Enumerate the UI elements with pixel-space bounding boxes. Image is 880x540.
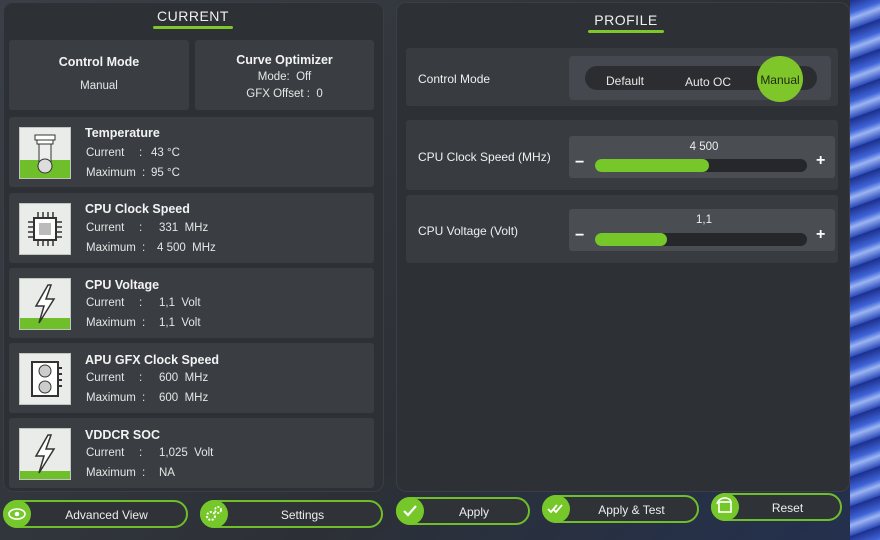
current-title: CURRENT <box>153 8 233 29</box>
thermometer-icon <box>19 127 71 179</box>
profile-panel: PROFILE Control Mode Default Auto OC Man… <box>396 2 850 492</box>
settings-button[interactable]: Settings <box>200 500 383 528</box>
cpu-voltage-slider: 1,1 − + <box>569 209 835 251</box>
curve-optimizer-label: Curve Optimizer <box>236 53 333 67</box>
cpu-voltage-track[interactable] <box>595 233 807 246</box>
cpu-clock-value: 4 500 <box>689 141 719 153</box>
cpu-clock-increase-button[interactable]: + <box>816 152 825 170</box>
control-mode-card: Control Mode Manual <box>9 40 189 110</box>
metric-max-value: 4 500 MHz <box>157 242 216 254</box>
metric-max-label: Maximum <box>86 467 136 479</box>
control-mode-option-manual[interactable]: Manual <box>757 56 803 102</box>
advanced-view-button[interactable]: Advanced View <box>3 500 188 528</box>
cpu-voltage-label: CPU Voltage (Volt) <box>418 224 519 238</box>
current-panel: CURRENT Control Mode Manual Curve Optimi… <box>3 2 384 492</box>
control-mode-label: Control Mode <box>58 55 140 69</box>
vddcr-soc-card: VDDCR SOC Current : 1,025 Volt Maximum :… <box>9 418 374 488</box>
apply-button[interactable]: Apply <box>396 497 530 525</box>
metric-current-label: Current <box>86 447 125 459</box>
colon: : <box>142 317 146 329</box>
eye-icon <box>3 500 31 528</box>
metric-max-label: Maximum <box>86 392 136 404</box>
reset-button[interactable]: Reset <box>711 493 842 521</box>
cpu-clock-track[interactable] <box>595 159 807 172</box>
control-mode-selector: Default Auto OC Manual <box>569 56 831 102</box>
metric-current-label: Current <box>86 222 125 234</box>
profile-control-mode-row: Control Mode Default Auto OC Manual <box>406 48 838 106</box>
metric-title: APU GFX Clock Speed <box>85 353 220 367</box>
control-mode-value: Manual <box>80 80 118 92</box>
colon: : <box>139 372 143 384</box>
checkmark-icon <box>396 497 424 525</box>
curve-optimizer-mode: Mode: Off <box>257 71 312 83</box>
desktop-wallpaper <box>850 0 880 540</box>
apply-test-label: Apply & Test <box>598 503 665 517</box>
metric-max-label: Maximum <box>86 167 136 179</box>
colon: : <box>142 242 146 254</box>
cpu-voltage-row: CPU Voltage (Volt) 1,1 − + <box>406 195 838 263</box>
metric-current-value: 331 MHz <box>159 222 209 234</box>
cpu-clock-card: CPU Clock Speed Current : 331 MHz Maximu… <box>9 193 374 263</box>
metric-current-label: Current <box>86 147 125 159</box>
cpu-clock-decrease-button[interactable]: − <box>575 154 584 172</box>
colon: : <box>142 167 146 179</box>
metric-max-value: 95 °C <box>151 167 180 179</box>
metric-max-value: 600 MHz <box>159 392 209 404</box>
colon: : <box>139 447 143 459</box>
metric-max-label: Maximum <box>86 242 136 254</box>
reset-label: Reset <box>771 501 804 515</box>
cpu-clock-label: CPU Clock Speed (MHz) <box>418 150 551 164</box>
curve-optimizer-gfx-offset: GFX Offset : 0 <box>246 88 323 100</box>
curve-optimizer-card: Curve Optimizer Mode: Off GFX Offset : 0 <box>195 40 374 110</box>
lightning-icon <box>19 278 71 330</box>
colon: : <box>139 147 143 159</box>
profile-title: PROFILE <box>588 12 664 33</box>
metric-max-value: NA <box>159 467 175 479</box>
metric-title: VDDCR SOC <box>85 428 161 442</box>
settings-label: Settings <box>280 508 325 522</box>
metric-current-value: 1,025 Volt <box>159 447 214 459</box>
apply-label: Apply <box>458 505 490 519</box>
cpu-voltage-fill <box>595 233 668 246</box>
metric-current-value: 600 MHz <box>159 372 209 384</box>
lightning-icon <box>19 428 71 480</box>
graphics-card-icon <box>19 353 71 405</box>
apply-test-button[interactable]: Apply & Test <box>542 495 699 523</box>
gears-icon <box>200 500 228 528</box>
metric-current-label: Current <box>86 297 125 309</box>
cpu-voltage-card: CPU Voltage Current : 1,1 Volt Maximum :… <box>9 268 374 338</box>
colon: : <box>142 392 146 404</box>
reset-icon <box>711 493 739 521</box>
metric-max-value: 1,1 Volt <box>159 317 201 329</box>
colon: : <box>139 297 143 309</box>
advanced-view-label: Advanced View <box>65 508 148 522</box>
metric-current-value: 1,1 Volt <box>159 297 201 309</box>
cpu-chip-icon <box>19 203 71 255</box>
metric-max-label: Maximum <box>86 317 136 329</box>
cpu-clock-row: CPU Clock Speed (MHz) 4 500 − + <box>406 120 838 190</box>
control-mode-option-auto-oc[interactable]: Auto OC <box>673 75 743 89</box>
colon: : <box>139 222 143 234</box>
temperature-card: Temperature Current : 43 °C Maximum : 95… <box>9 117 374 187</box>
double-check-icon <box>542 495 570 523</box>
colon: : <box>142 467 146 479</box>
cpu-voltage-decrease-button[interactable]: − <box>575 227 584 245</box>
metric-current-label: Current <box>86 372 125 384</box>
apu-gfx-clock-card: APU GFX Clock Speed Current : 600 MHz Ma… <box>9 343 374 413</box>
cpu-clock-fill <box>595 159 710 172</box>
cpu-voltage-increase-button[interactable]: + <box>816 226 825 244</box>
cpu-clock-slider: 4 500 − + <box>569 136 835 178</box>
metric-current-value: 43 °C <box>151 147 180 159</box>
cpu-voltage-value: 1,1 <box>696 214 712 226</box>
metric-title: CPU Clock Speed <box>85 202 190 216</box>
metric-title: Temperature <box>85 126 160 140</box>
metric-title: CPU Voltage <box>85 278 160 292</box>
control-mode-option-default[interactable]: Default <box>595 74 655 88</box>
control-mode-label: Control Mode <box>418 72 491 86</box>
